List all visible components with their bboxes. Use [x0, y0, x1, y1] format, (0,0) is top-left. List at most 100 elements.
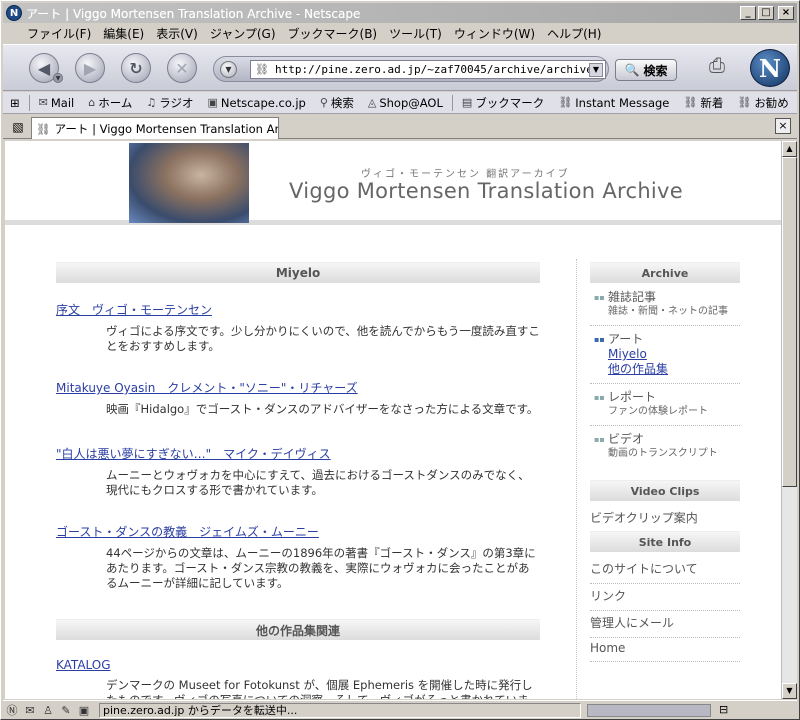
sidebar-link-miyelo[interactable]: Miyelo — [608, 347, 668, 362]
menu-window[interactable]: ウィンドウ(W) — [448, 25, 541, 42]
sidebar-header-site-info: Site Info — [590, 531, 740, 552]
bullet-icon: ▪▪ — [594, 393, 605, 402]
vertical-scrollbar[interactable]: ▲ ▼ — [781, 141, 797, 699]
sidebar-link-home[interactable]: Home — [590, 635, 740, 662]
banner-title: Viggo Mortensen Translation Archive — [289, 179, 684, 203]
entry-description: デンマークの Museet for Fotokunst が、個展 Ephemer… — [106, 678, 533, 699]
netscape-logo-icon[interactable]: N — [750, 49, 790, 87]
scroll-down-button[interactable]: ▼ — [782, 683, 797, 699]
bookmark-folder[interactable]: ▤ ブックマーク — [455, 95, 551, 111]
scroll-up-button[interactable]: ▲ — [782, 141, 797, 157]
bookmark-recommend[interactable]: ⛓ お勧め — [730, 95, 795, 111]
close-window-button[interactable]: × — [778, 6, 794, 20]
bookmark-label: Shop@AOL — [379, 95, 443, 110]
navigation-toolbar: ◀ ▼ ▶ ↻ ✕ ▼ ⛓ http://pine.zero.ad.jp/~za… — [3, 44, 797, 91]
scroll-thumb[interactable] — [782, 157, 797, 487]
title-bar[interactable]: N アート | Viggo Mortensen Translation Arch… — [3, 3, 797, 23]
sidebar-item-magazine[interactable]: ▪▪ 雑誌記事 雑誌・新聞・ネットの記事 — [590, 284, 740, 326]
bookmark-icon: ⛓ — [558, 96, 573, 109]
security-lock-icon[interactable]: ⊟ — [719, 703, 745, 717]
menu-view[interactable]: 表示(V) — [150, 25, 204, 42]
sidebar-link-video-guide[interactable]: ビデオクリップ案内 — [590, 503, 740, 533]
page-proxy-icon: ⛓ — [255, 63, 269, 76]
entry-description: 映画『Hidalgo』でゴースト・ダンスのアドバイザーをなさった方による文章です… — [106, 402, 539, 416]
menu-help[interactable]: ヘルプ(H) — [541, 25, 607, 42]
aim-icon[interactable]: ♙ — [39, 704, 57, 717]
sidebar-item-sub: 雑誌・新聞・ネットの記事 — [608, 306, 728, 317]
go-dropdown-icon[interactable]: ▼ — [220, 61, 237, 78]
new-tab-icon[interactable]: ▧ — [9, 118, 27, 136]
mail-icon[interactable]: ✉ — [21, 704, 39, 717]
menu-tools[interactable]: ツール(T) — [383, 25, 448, 42]
entry-link[interactable]: KATALOG — [56, 658, 111, 672]
home-icon: ⌂ — [88, 96, 96, 109]
bookmark-label: ブックマーク — [475, 95, 545, 110]
bookmark-search[interactable]: ⚲ 検索 — [313, 95, 361, 111]
url-input[interactable]: ⛓ http://pine.zero.ad.jp/~zaf70045/archi… — [250, 60, 606, 79]
bullet-icon: ▪▪ — [594, 435, 605, 444]
menu-bar: ファイル(F) 編集(E) 表示(V) ジャンプ(G) ブックマーク(B) ツー… — [3, 24, 797, 43]
entry-link[interactable]: 序文 ヴィゴ・モーテンセン — [56, 303, 212, 317]
menu-edit[interactable]: 編集(E) — [97, 25, 150, 42]
bullet-icon: ▪▪ — [594, 293, 605, 302]
bookmark-home[interactable]: ⌂ ホーム — [81, 95, 139, 111]
banner-photo — [129, 143, 249, 223]
minimize-button[interactable]: _ — [740, 6, 756, 20]
sidebar-item-video[interactable]: ▪▪ ビデオ 動画のトランスクリプト — [590, 426, 740, 467]
bookmark-netscape[interactable]: ▣ Netscape.co.jp — [201, 96, 313, 110]
entry-link[interactable]: ゴースト・ダンスの教義 ジェイムズ・ムーニー — [56, 525, 319, 539]
stop-button[interactable]: ✕ — [167, 53, 197, 83]
entry-description: ムーニーとウォヴォカを中心にすえて、過去におけるゴーストダンスのみでなく、現代に… — [106, 468, 530, 497]
banner-subtitle: ヴィゴ・モーテンセン 翻訳アーカイブ — [361, 169, 570, 180]
bookmark-radio[interactable]: ♫ ラジオ — [139, 95, 200, 111]
status-bar: Ⓝ ✉ ♙ ✎ ▣ pine.zero.ad.jp からデータを転送中... ⊟ — [3, 700, 797, 719]
site-banner: ヴィゴ・モーテンセン 翻訳アーカイブ Viggo Mortensen Trans… — [5, 141, 781, 225]
reload-button[interactable]: ↻ — [121, 53, 151, 83]
bookmark-mail[interactable]: ✉ Mail — [32, 96, 82, 110]
bookmark-label: お勧め — [754, 95, 789, 110]
print-icon[interactable]: ⎙ — [699, 53, 735, 83]
address-book-icon[interactable]: ▣ — [75, 704, 93, 717]
back-history-dropdown[interactable]: ▼ — [53, 73, 63, 83]
search-icon: ⚲ — [319, 96, 328, 109]
entry-link[interactable]: Mitakuye Oyasin クレメント・"ソニー"・リチャーズ — [56, 381, 358, 395]
search-button[interactable]: 🔍 検索 — [615, 59, 677, 81]
sidebar-header-archive: Archive — [590, 262, 740, 283]
composer-icon[interactable]: ✎ — [57, 704, 75, 717]
sidebar-link-other-works[interactable]: 他の作品集 — [608, 362, 668, 377]
search-button-label: 検索 — [643, 63, 668, 78]
navigator-icon[interactable]: Ⓝ — [3, 702, 21, 718]
forward-button[interactable]: ▶ — [75, 53, 105, 83]
menu-go[interactable]: ジャンプ(G) — [204, 25, 282, 42]
menu-bookmarks[interactable]: ブックマーク(B) — [282, 25, 384, 42]
menu-file[interactable]: ファイル(F) — [21, 25, 97, 42]
bookmark-shop-aol[interactable]: ◬ Shop@AOL — [361, 96, 450, 110]
list-item: KATALOG デンマークの Museet for Fotokunst が、個展… — [56, 658, 540, 699]
sidebar-link-links[interactable]: リンク — [590, 581, 740, 611]
bookmark-icon: ⛓ — [683, 96, 698, 109]
window-title: アート | Viggo Mortensen Translation Archiv… — [26, 6, 361, 21]
url-history-dropdown[interactable]: ▼ — [589, 62, 603, 77]
section-header-other-works: 他の作品集関連 — [56, 619, 540, 640]
sidebar-header-video-clips: Video Clips — [590, 480, 740, 501]
bookmark-new[interactable]: ⛓ 新着 — [676, 95, 730, 111]
section-header-miyelo: Miyelo — [56, 262, 540, 283]
entry-link[interactable]: "白人は悪い夢にすぎない…" マイク・デイヴィス — [56, 447, 331, 461]
tab-current[interactable]: ⛓ アート | Viggo Mortensen Translation Arch.… — [31, 117, 279, 139]
bookmark-instant-message[interactable]: ⛓ Instant Message — [551, 96, 676, 110]
forward-arrow-icon: ▶ — [83, 58, 97, 78]
sidebar-link-mail-admin[interactable]: 管理人にメール — [590, 608, 740, 638]
bookmark-label: ラジオ — [159, 95, 194, 110]
sidebar-item-report[interactable]: ▪▪ レポート ファンの体験レポート — [590, 384, 740, 426]
sidebar-item-sub: 動画のトランスクリプト — [608, 448, 718, 459]
sidebar-archive-list: ▪▪ 雑誌記事 雑誌・新聞・ネットの記事 ▪▪ アート Miyelo 他の作品集 … — [590, 284, 740, 467]
sidebar-divider — [576, 259, 577, 699]
radio-icon: ♫ — [146, 96, 157, 109]
sidebar-link-about[interactable]: このサイトについて — [590, 554, 740, 584]
list-item: Mitakuye Oyasin クレメント・"ソニー"・リチャーズ 映画『Hid… — [56, 379, 540, 417]
list-item: "白人は悪い夢にすぎない…" マイク・デイヴィス ムーニーとウォヴォカを中心にす… — [56, 445, 540, 498]
sidebar-item-art: ▪▪ アート Miyelo 他の作品集 — [590, 326, 740, 384]
toolbar-grip-icon[interactable]: ⊞ — [3, 96, 27, 110]
close-tab-button[interactable]: × — [775, 118, 791, 134]
maximize-button[interactable]: □ — [758, 6, 774, 20]
